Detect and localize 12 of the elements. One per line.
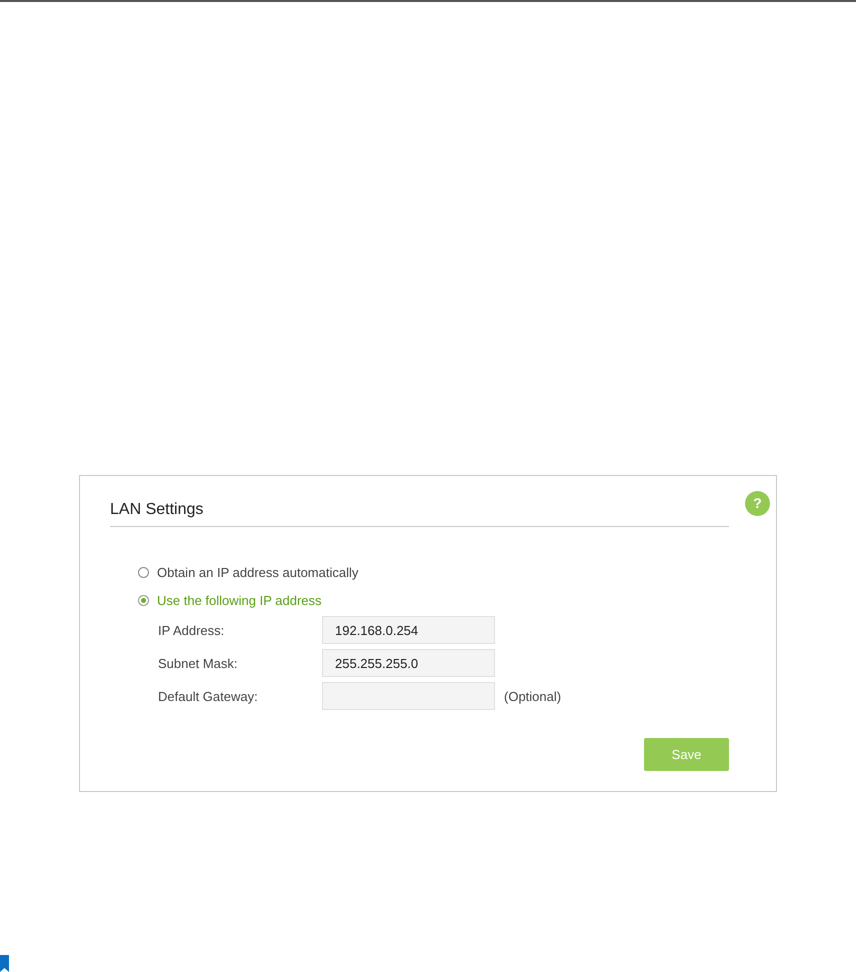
input-field[interactable]: 192.168.0.254 xyxy=(322,616,495,644)
radio-button[interactable] xyxy=(138,567,149,578)
input-field[interactable] xyxy=(322,682,495,710)
input-field[interactable]: 255.255.255.0 xyxy=(322,649,495,677)
bookmark-icon[interactable] xyxy=(0,955,9,972)
panel-title: LAN Settings xyxy=(110,500,204,520)
field-label: IP Address: xyxy=(158,622,226,638)
radio-button[interactable] xyxy=(138,595,149,606)
field-label: Default Gateway: xyxy=(158,688,259,704)
field-label: Subnet Mask: xyxy=(158,656,238,670)
optional-note: (Optional) xyxy=(504,688,562,704)
radio-label[interactable]: Obtain an IP address automatically xyxy=(157,565,358,580)
